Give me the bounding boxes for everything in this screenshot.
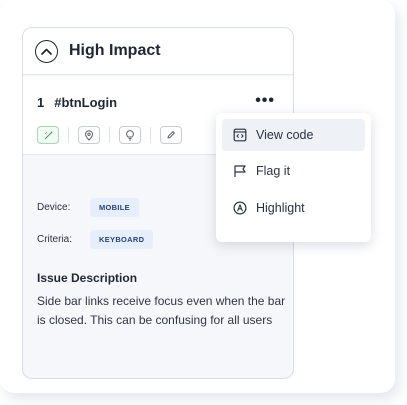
divider [68, 127, 69, 143]
more-options-button[interactable]: ••• [255, 92, 275, 110]
wand-button[interactable] [37, 126, 59, 144]
menu-item-highlight[interactable]: Highlight [222, 192, 365, 224]
issue-number: 1 [37, 95, 45, 110]
menu-item-flag-it[interactable]: Flag it [222, 155, 365, 187]
code-window-icon [233, 128, 247, 142]
menu-item-label: View code [256, 128, 314, 142]
suggestion-button[interactable] [119, 126, 141, 144]
device-badge: MOBILE [90, 198, 139, 217]
menu-item-label: Highlight [256, 201, 305, 215]
panel-title: High Impact [69, 42, 161, 59]
divider [150, 127, 151, 143]
criteria-row: Criteria: KEYBOARD [37, 230, 154, 249]
description-body: Side bar links receive focus even when t… [37, 294, 286, 327]
options-menu: View code Flag it Highlight [216, 113, 371, 242]
criteria-label: Criteria: [37, 234, 73, 245]
lightbulb-icon [126, 129, 134, 140]
issue-selector: #btnLogin [54, 95, 118, 110]
device-row: Device: MOBILE [37, 198, 139, 217]
divider [109, 127, 110, 143]
highlight-icon [233, 201, 247, 215]
flag-icon [234, 165, 246, 177]
menu-item-label: Flag it [256, 164, 291, 178]
issue-line: 1 #btnLogin [37, 95, 117, 110]
collapse-toggle-button[interactable] [35, 39, 58, 63]
pencil-icon [167, 131, 175, 139]
description-title: Issue Description [37, 271, 138, 285]
device-label: Device: [37, 202, 71, 213]
issue-actions [37, 126, 182, 144]
edit-button[interactable] [160, 126, 182, 144]
wand-icon [44, 130, 53, 139]
menu-item-view-code[interactable]: View code [222, 119, 365, 151]
card-header: High Impact [23, 28, 293, 75]
chevron-up-icon [41, 48, 52, 55]
locate-button[interactable] [78, 126, 100, 144]
criteria-badge: KEYBOARD [90, 230, 154, 249]
location-pin-icon [84, 129, 94, 141]
